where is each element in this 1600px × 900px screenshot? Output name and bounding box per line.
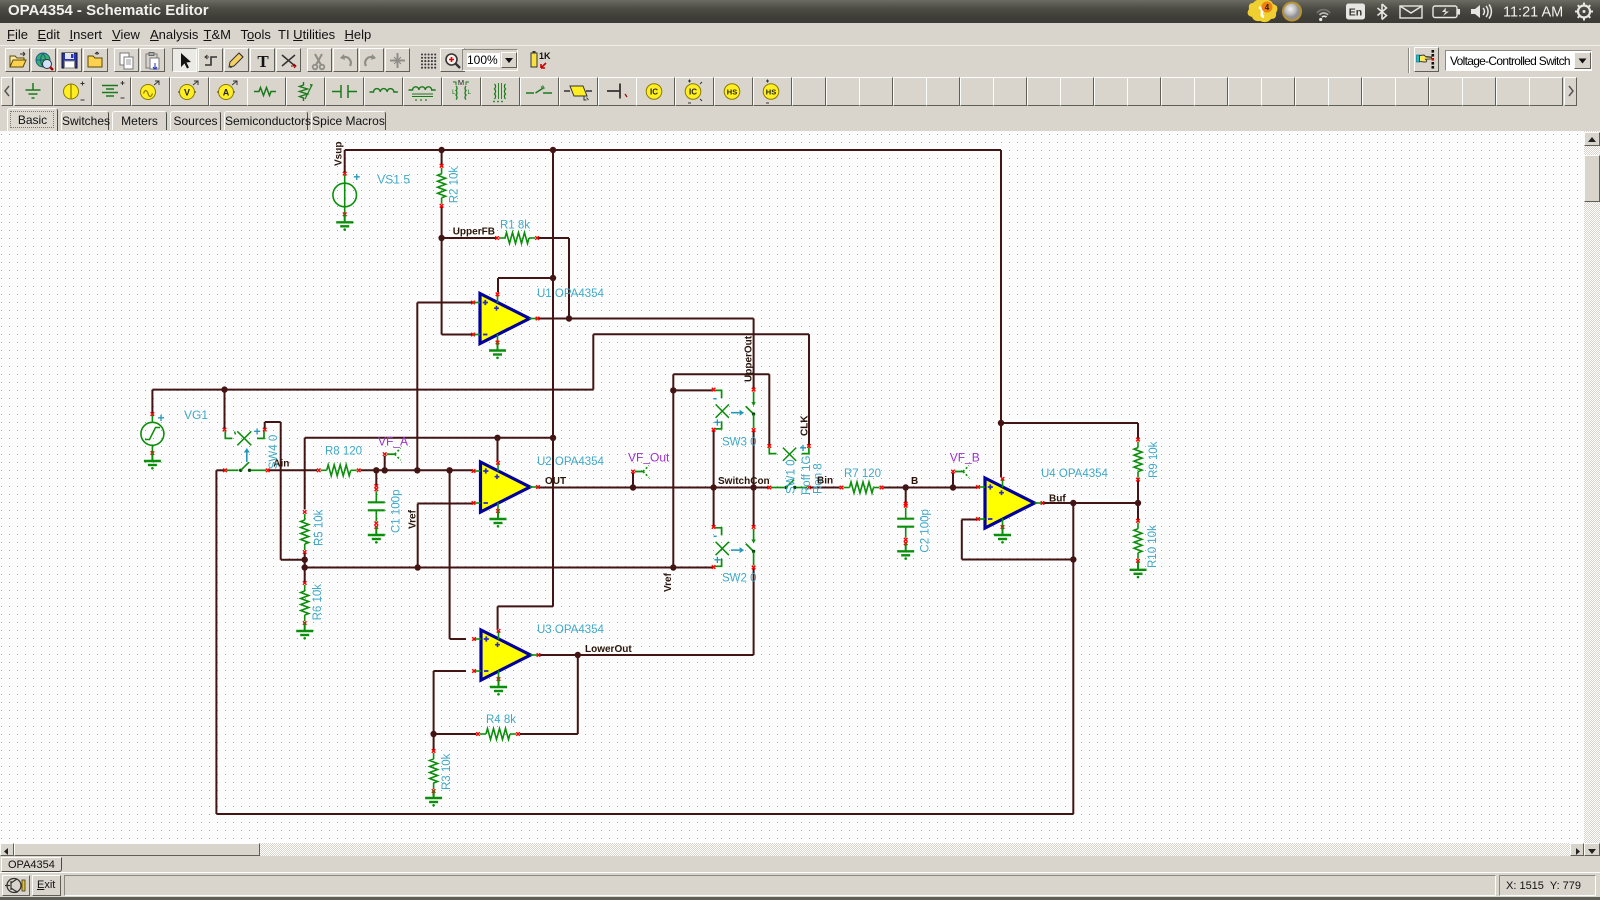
svg-text:R5 10k: R5 10k bbox=[314, 509, 326, 546]
svg-text:+: + bbox=[353, 170, 360, 184]
svg-text:En: En bbox=[1349, 7, 1362, 19]
svg-text:-: - bbox=[713, 391, 717, 405]
svg-text:11:21 AM: 11:21 AM bbox=[1503, 5, 1563, 21]
svg-text:Vref: Vref bbox=[408, 509, 419, 529]
svg-text:SW4 0: SW4 0 bbox=[268, 435, 280, 470]
svg-text:U1 OPA4354: U1 OPA4354 bbox=[537, 288, 605, 300]
svg-text:1K: 1K bbox=[539, 51, 551, 61]
svg-text:LowerOut: LowerOut bbox=[585, 644, 632, 655]
svg-text:L: L bbox=[452, 89, 456, 96]
svg-text:U2 OPA4354: U2 OPA4354 bbox=[537, 456, 605, 468]
svg-text:HS: HS bbox=[727, 88, 737, 97]
svg-text:R10 10k: R10 10k bbox=[1147, 525, 1159, 568]
svg-text:V: V bbox=[184, 88, 190, 98]
svg-text:VS1 5: VS1 5 bbox=[377, 172, 410, 186]
svg-text:U3 OPA4354: U3 OPA4354 bbox=[537, 624, 605, 636]
svg-text:4: 4 bbox=[1265, 3, 1270, 12]
svg-text:R4 8k: R4 8k bbox=[486, 714, 516, 726]
svg-text:VF_B: VF_B bbox=[950, 451, 980, 465]
svg-text:VF_Out: VF_Out bbox=[628, 451, 670, 465]
svg-text:C1 100p: C1 100p bbox=[391, 490, 403, 533]
svg-text:Vsup: Vsup bbox=[334, 142, 345, 166]
svg-text:B: B bbox=[911, 476, 918, 487]
svg-text:VG1: VG1 bbox=[184, 408, 208, 422]
svg-text:U4 OPA4354: U4 OPA4354 bbox=[1041, 468, 1109, 480]
svg-text:IC: IC bbox=[650, 88, 658, 97]
svg-text:R3 10k: R3 10k bbox=[441, 753, 453, 790]
svg-text:Bin: Bin bbox=[817, 476, 833, 487]
svg-text:Buf: Buf bbox=[1049, 494, 1066, 505]
svg-text:CLK: CLK bbox=[800, 415, 811, 436]
svg-text:C2 100p: C2 100p bbox=[920, 509, 932, 552]
svg-text:A: A bbox=[222, 88, 229, 98]
svg-text:R2 10k: R2 10k bbox=[449, 167, 461, 204]
svg-text:T: T bbox=[257, 52, 269, 71]
svg-text:R7 120: R7 120 bbox=[844, 468, 881, 480]
svg-text:SwitchCon: SwitchCon bbox=[718, 476, 770, 487]
svg-text:UpperOut: UpperOut bbox=[744, 335, 755, 382]
svg-text:SW3 0: SW3 0 bbox=[722, 437, 757, 449]
svg-text:R9 10k: R9 10k bbox=[1148, 441, 1160, 478]
svg-text:Roff 1G: Roff 1G bbox=[801, 456, 813, 495]
svg-text:+: + bbox=[254, 425, 261, 439]
svg-text:R6 10k: R6 10k bbox=[312, 584, 324, 621]
svg-text:M: M bbox=[458, 78, 464, 87]
svg-text:UpperFB: UpperFB bbox=[453, 227, 495, 238]
svg-text:L: L bbox=[467, 89, 471, 96]
svg-text:IC: IC bbox=[689, 88, 697, 97]
svg-text:HS: HS bbox=[766, 88, 776, 97]
svg-text:-: - bbox=[713, 528, 717, 542]
svg-text:+: + bbox=[158, 411, 165, 425]
svg-text:R8 120: R8 120 bbox=[325, 446, 362, 458]
svg-text:Vref: Vref bbox=[663, 572, 674, 592]
svg-text:OUT: OUT bbox=[545, 476, 566, 487]
svg-text:SW2 0: SW2 0 bbox=[722, 573, 757, 585]
svg-text:VF_A: VF_A bbox=[378, 435, 408, 449]
svg-text:SW1 0: SW1 0 bbox=[786, 459, 798, 494]
svg-text:R1 8k: R1 8k bbox=[500, 220, 530, 232]
